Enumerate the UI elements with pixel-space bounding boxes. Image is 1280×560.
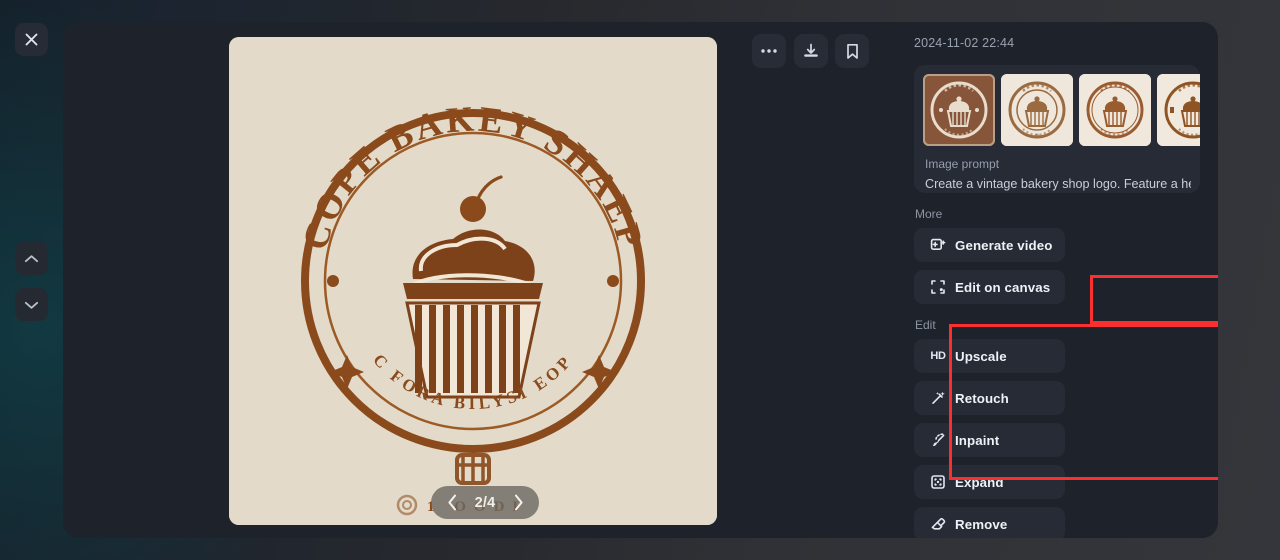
- paint-brush-icon: [932, 433, 945, 447]
- section-buttons-edit: HD Upscale Retouch Inpaint Expand Remove: [914, 339, 1200, 538]
- upscale-label: Upscale: [955, 348, 1007, 364]
- expand-label: Expand: [955, 474, 1004, 490]
- magic-wand-icon: [930, 390, 946, 406]
- edit-on-canvas-button[interactable]: Edit on canvas: [914, 270, 1065, 304]
- thumb-3[interactable]: [1079, 74, 1151, 146]
- bookmark-button[interactable]: [835, 34, 869, 68]
- image-detail-modal: COPE BAKEY SHAEP C FORA BILYSI EOP 2/4 2…: [63, 22, 1218, 538]
- chevron-down-icon: [24, 301, 39, 309]
- close-icon: [25, 33, 38, 46]
- inpaint-label: Inpaint: [955, 432, 1000, 448]
- thumbnail-strip: [923, 74, 1200, 146]
- hd-icon: HD: [930, 350, 946, 362]
- close-button[interactable]: [15, 23, 48, 56]
- crop-frame-icon: [931, 280, 945, 294]
- remove-button[interactable]: Remove: [914, 507, 1065, 538]
- inpaint-button[interactable]: Inpaint: [914, 423, 1065, 457]
- section-label-more: More: [915, 207, 943, 221]
- image-stage: COPE BAKEY SHAEP C FORA BILYSI EOP 2/4: [63, 22, 885, 538]
- chevron-left-icon: [447, 494, 456, 511]
- detail-sidebar: 2024-11-02 22:44 Image prompt Create a v…: [885, 22, 1218, 538]
- expand-button[interactable]: Expand: [914, 465, 1065, 499]
- video-frame-icon: [930, 238, 946, 251]
- eraser-icon: [931, 517, 946, 530]
- app-root: COPE BAKEY SHAEP C FORA BILYSI EOP 2/4 2…: [0, 0, 1280, 560]
- action-sections: More Generate video Edit on canvas Edit HD Up…: [914, 207, 1200, 538]
- pager-prev-button[interactable]: [440, 490, 464, 516]
- section-buttons-more: Generate video Edit on canvas: [914, 228, 1200, 304]
- generate-video-button[interactable]: Generate video: [914, 228, 1065, 262]
- bakery-logo-artwork: COPE BAKEY SHAEP C FORA BILYSI EOP: [229, 37, 717, 525]
- download-button[interactable]: [794, 34, 828, 68]
- video-frame-icon: [930, 237, 946, 253]
- magic-wand-icon: [932, 391, 945, 404]
- generate-video-label: Generate video: [955, 237, 1053, 253]
- section-label-edit: Edit: [915, 318, 936, 332]
- image-pager[interactable]: 2/4: [431, 486, 539, 519]
- chevron-up-icon: [24, 254, 39, 262]
- pager-count: 2/4: [474, 494, 496, 511]
- image-prompt-text: Create a vintage bakery shop logo. Featu…: [925, 177, 1191, 191]
- thumb-2[interactable]: [1001, 74, 1073, 146]
- more-options-button[interactable]: [752, 34, 786, 68]
- chevron-right-icon: [514, 494, 523, 511]
- edit-on-canvas-label: Edit on canvas: [955, 279, 1051, 295]
- eraser-icon: [930, 516, 946, 532]
- upscale-button[interactable]: HD Upscale: [914, 339, 1065, 373]
- generation-timestamp: 2024-11-02 22:44: [914, 36, 1015, 50]
- expand-frame-icon: [930, 474, 946, 490]
- download-icon: [804, 43, 818, 57]
- previous-image-button[interactable]: [15, 242, 48, 275]
- thumb-4[interactable]: [1157, 74, 1200, 146]
- crop-frame-icon: [930, 279, 946, 295]
- bookmark-icon: [846, 43, 858, 59]
- retouch-label: Retouch: [955, 390, 1009, 406]
- pager-next-button[interactable]: [506, 490, 530, 516]
- next-image-button[interactable]: [15, 288, 48, 321]
- source-images-card: Image prompt Create a vintage bakery sho…: [914, 65, 1200, 193]
- paint-brush-icon: [930, 432, 946, 448]
- main-image-preview[interactable]: COPE BAKEY SHAEP C FORA BILYSI EOP: [229, 37, 717, 525]
- thumb-1[interactable]: [923, 74, 995, 146]
- remove-label: Remove: [955, 516, 1008, 532]
- retouch-button[interactable]: Retouch: [914, 381, 1065, 415]
- ellipsis-icon: [761, 49, 777, 53]
- image-prompt-label: Image prompt: [925, 157, 1000, 171]
- expand-frame-icon: [931, 475, 945, 489]
